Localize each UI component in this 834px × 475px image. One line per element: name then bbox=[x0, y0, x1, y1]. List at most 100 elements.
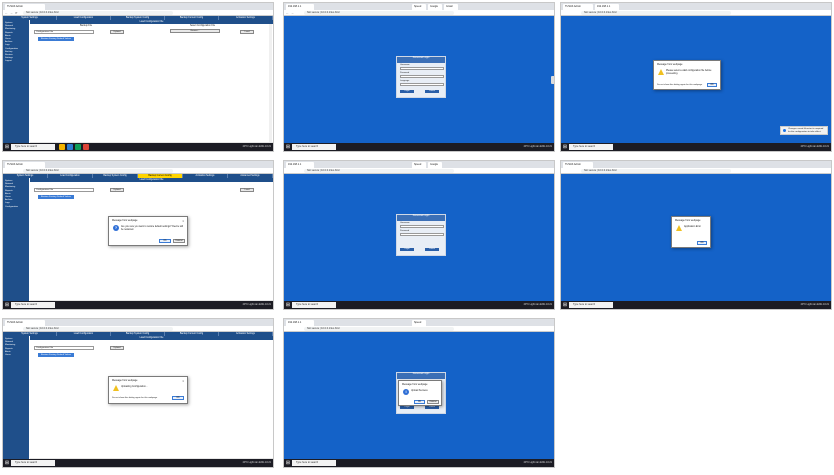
login-button[interactable]: Login bbox=[400, 406, 414, 409]
windows-start-icon[interactable]: ⊞ bbox=[4, 144, 10, 150]
address-input[interactable]: Not secure | 10.0.0.1/tus.html bbox=[23, 327, 173, 331]
taskbar-search[interactable]: Type here to search bbox=[292, 302, 336, 308]
upload-button[interactable]: Upload bbox=[110, 346, 124, 350]
address-input[interactable]: Not secure | 10.0.0.1/tus.html bbox=[304, 11, 454, 15]
login-panel: Personnel Login Username Password Langua… bbox=[396, 56, 446, 98]
info-dialog: Message from webpage i Upload Success OK… bbox=[398, 380, 442, 406]
chrome-icon[interactable] bbox=[83, 144, 89, 150]
address-input[interactable]: Not secure | 10.0.0.1/tus.html bbox=[304, 327, 454, 331]
upload-button[interactable]: Upload bbox=[110, 188, 124, 192]
sidebar-item[interactable]: Configuration bbox=[5, 206, 27, 209]
taskbar-search[interactable]: Type here to search bbox=[569, 144, 613, 150]
folder-icon[interactable] bbox=[59, 144, 65, 150]
back-icon[interactable]: ← bbox=[286, 11, 289, 15]
windows-start-icon[interactable]: ⊞ bbox=[285, 302, 291, 308]
close-icon[interactable]: × bbox=[182, 219, 184, 223]
restore-default-button[interactable]: Restore Factory Default Values bbox=[38, 195, 74, 199]
upload-button[interactable]: Upload bbox=[110, 30, 124, 34]
tab-bar: TUSAS Admin bbox=[3, 3, 273, 10]
sidebar-item[interactable]: Users bbox=[5, 354, 27, 357]
ok-button[interactable]: OK bbox=[172, 396, 184, 400]
app-icon[interactable] bbox=[75, 144, 81, 150]
ok-button[interactable]: OK bbox=[707, 83, 717, 87]
windows-start-icon[interactable]: ⊞ bbox=[4, 302, 10, 308]
config-select[interactable]: Configuration File bbox=[34, 30, 94, 34]
taskbar: ⊞ Type here to search 29°C Light rain EN… bbox=[284, 143, 554, 151]
close-icon[interactable]: × bbox=[182, 379, 184, 383]
cancel-button[interactable]: Cancel bbox=[425, 248, 439, 251]
admin-sidebar: System Network Monitoring Reports Alerts… bbox=[3, 336, 29, 461]
login-page: Personnel Login Username Password Langua… bbox=[284, 16, 554, 145]
forward-icon[interactable]: → bbox=[10, 11, 13, 15]
taskbar-search[interactable]: Type here to search bbox=[292, 144, 336, 150]
system-tray: 29°C Light rain ENG 10:21 bbox=[523, 145, 552, 148]
sidebar-item[interactable]: Logout bbox=[5, 60, 27, 63]
admin-main: Load Configuration File Configuration Fi… bbox=[30, 336, 273, 461]
browse-button[interactable]: Browse... bbox=[170, 29, 220, 33]
load-button[interactable]: Load bbox=[240, 30, 254, 34]
cancel-button[interactable]: Cancel bbox=[425, 90, 439, 93]
taskbar-search[interactable]: Type here to search bbox=[292, 460, 336, 466]
language-select[interactable] bbox=[400, 83, 444, 86]
taskbar: ⊞ Type here to search 29°C Light rain EN… bbox=[3, 459, 273, 467]
shot-admin-2: TUSAS Admin Not secure | 10.0.0.1/tus.ht… bbox=[2, 160, 274, 310]
load-button[interactable]: Load bbox=[240, 188, 254, 192]
dialog-checkbox[interactable]: Do not show this dialog again for this w… bbox=[112, 397, 157, 399]
ok-button[interactable]: OK bbox=[697, 241, 707, 245]
taskbar-search[interactable]: Type here to search bbox=[569, 302, 613, 308]
login-background: Personnel Login Login Cancel Message fro… bbox=[284, 332, 554, 461]
progress-dialog: Message from webpage × Uploading Configu… bbox=[108, 376, 188, 404]
restore-default-button[interactable]: Restore Factory Default Values bbox=[38, 37, 74, 41]
confirm-dialog: Message from webpage × ? Are you sure yo… bbox=[108, 216, 188, 246]
reload-icon[interactable]: ⟳ bbox=[15, 11, 18, 15]
admin-page: System Settings Load Configuration Backu… bbox=[3, 174, 273, 303]
taskbar-search[interactable]: Type here to search bbox=[11, 144, 55, 150]
forward-icon[interactable]: → bbox=[291, 11, 294, 15]
windows-start-icon[interactable]: ⊞ bbox=[562, 144, 568, 150]
login-title: Personnel Login bbox=[397, 215, 445, 221]
username-field[interactable] bbox=[400, 225, 444, 228]
cancel-button[interactable]: Cancel bbox=[173, 239, 185, 243]
tab-bar: 192.168.1.1 Speed Google bbox=[284, 161, 554, 168]
system-tray: 29°C Light rain ENG 10:21 bbox=[800, 303, 829, 306]
windows-start-icon[interactable]: ⊞ bbox=[285, 144, 291, 150]
address-input[interactable]: Not secure | 10.0.0.1/tus.html bbox=[581, 11, 731, 15]
login-title-text: Personnel Login bbox=[412, 57, 430, 59]
back-icon[interactable]: ← bbox=[5, 11, 8, 15]
address-input[interactable]: Not secure | 10.0.0.1/tus.html bbox=[23, 11, 173, 15]
taskbar-search[interactable]: Type here to search bbox=[11, 302, 55, 308]
address-input[interactable]: Not secure | 10.0.0.1/tus.html bbox=[581, 169, 731, 173]
warning-icon bbox=[113, 385, 119, 391]
windows-start-icon[interactable]: ⊞ bbox=[562, 302, 568, 308]
edge-icon[interactable] bbox=[67, 144, 73, 150]
question-icon: ? bbox=[113, 225, 119, 231]
password-field[interactable] bbox=[400, 75, 444, 78]
cancel-button[interactable]: Cancel bbox=[427, 400, 439, 404]
windows-start-icon[interactable]: ⊞ bbox=[4, 460, 10, 466]
cancel-button[interactable]: Cancel bbox=[425, 406, 439, 409]
config-select[interactable]: Configuration File bbox=[34, 346, 94, 350]
username-label: Username bbox=[400, 64, 410, 66]
shot-login-2: 192.168.1.1 Speed Google Not secure | 10… bbox=[283, 160, 555, 310]
vertical-scrollbar[interactable] bbox=[269, 24, 272, 144]
sidebar-handle[interactable] bbox=[551, 76, 554, 84]
address-input[interactable]: Not secure | 10.0.0.1/tus.html bbox=[304, 169, 454, 173]
login-button[interactable]: Login bbox=[400, 90, 414, 93]
notification-toast[interactable]: Changes saved. A restart is required for… bbox=[780, 126, 828, 135]
admin-main: Load Configuration File Configuration Fi… bbox=[30, 178, 273, 303]
windows-start-icon[interactable]: ⊞ bbox=[285, 460, 291, 466]
taskbar-search[interactable]: Type here to search bbox=[11, 460, 55, 466]
address-input[interactable]: Not secure | 10.0.0.1/tus.html bbox=[23, 169, 173, 173]
config-select[interactable]: Configuration File bbox=[34, 188, 94, 192]
ok-button[interactable]: OK bbox=[414, 400, 425, 404]
taskbar: ⊞ Type here to search 29°C Light rain EN… bbox=[3, 301, 273, 309]
login-button[interactable]: Login bbox=[400, 248, 414, 251]
tab-bar: TUSAS Admin bbox=[3, 161, 273, 168]
taskbar: ⊞ Type here to search 29°C Light rain EN… bbox=[284, 459, 554, 467]
dialog-title: Message from webpage bbox=[112, 219, 138, 222]
restore-default-button[interactable]: Restore Factory Default Values bbox=[38, 353, 74, 357]
dialog-checkbox[interactable]: Do not show this dialog again for this w… bbox=[657, 84, 702, 86]
username-field[interactable] bbox=[400, 67, 444, 70]
ok-button[interactable]: OK bbox=[159, 239, 171, 243]
password-field[interactable] bbox=[400, 233, 444, 236]
